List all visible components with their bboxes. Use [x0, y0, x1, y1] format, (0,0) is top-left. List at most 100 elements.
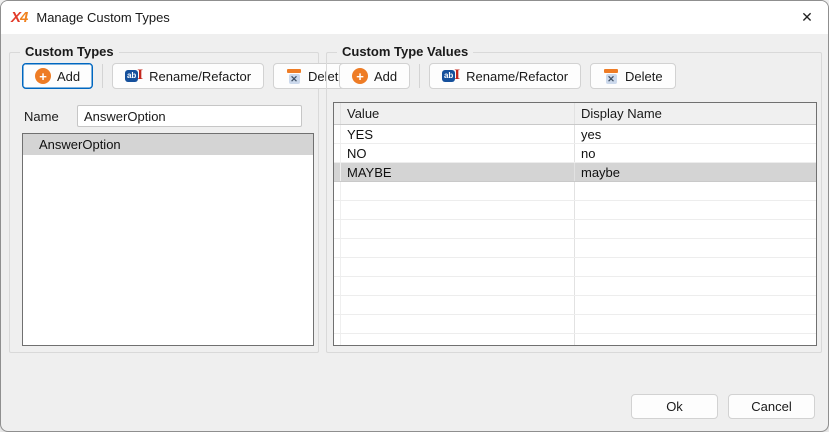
row-header-strip: [334, 201, 341, 219]
cell-value[interactable]: [341, 182, 574, 200]
table-row[interactable]: MAYBEmaybe: [334, 163, 816, 182]
toolbar-separator: [102, 64, 103, 88]
delete-icon-x: ✕: [289, 74, 300, 84]
rename-button-label: Rename/Refactor: [466, 69, 568, 84]
ok-button[interactable]: Ok: [631, 394, 718, 419]
cell-display-name[interactable]: [574, 239, 816, 257]
table-row-empty[interactable]: [334, 334, 816, 345]
cell-value[interactable]: [341, 258, 574, 276]
custom-types-toolbar: + Add ab I Rename/Refactor ✕ Delete: [22, 63, 359, 89]
logo-x: X: [11, 9, 20, 26]
cell-value[interactable]: [341, 315, 574, 333]
cell-display-name[interactable]: [574, 220, 816, 238]
table-row-empty[interactable]: [334, 220, 816, 239]
cell-value[interactable]: [341, 334, 574, 345]
name-row: Name: [24, 105, 302, 127]
custom-types-group-title: Custom Types: [20, 44, 119, 59]
table-row-empty[interactable]: [334, 258, 816, 277]
cell-value[interactable]: [341, 220, 574, 238]
custom-type-values-group-title: Custom Type Values: [337, 44, 473, 59]
cell-value[interactable]: [341, 277, 574, 295]
cell-value[interactable]: [341, 239, 574, 257]
row-header-strip: [334, 220, 341, 238]
name-input[interactable]: [77, 105, 302, 127]
custom-types-add-button[interactable]: + Add: [22, 63, 93, 89]
delete-icon: ✕: [603, 68, 619, 84]
column-header-display-name[interactable]: Display Name: [574, 103, 816, 124]
cell-display-name[interactable]: [574, 334, 816, 345]
values-table-header: Value Display Name: [334, 103, 816, 125]
rename-icon: ab I: [442, 68, 460, 84]
row-header-strip: [334, 315, 341, 333]
row-header-strip: [334, 144, 341, 162]
cell-value[interactable]: NO: [341, 144, 574, 162]
toolbar-separator: [419, 64, 420, 88]
table-row-empty[interactable]: [334, 201, 816, 220]
app-logo-icon: X 4: [11, 9, 27, 26]
cell-display-name[interactable]: yes: [574, 125, 816, 143]
table-row-empty[interactable]: [334, 296, 816, 315]
delete-icon-x: ✕: [606, 74, 617, 84]
cell-display-name[interactable]: [574, 182, 816, 200]
custom-types-rename-button[interactable]: ab I Rename/Refactor: [112, 63, 264, 89]
manage-custom-types-dialog: X 4 Manage Custom Types ✕ Custom Types +…: [0, 0, 829, 432]
rename-icon-ab: ab: [442, 70, 455, 82]
cell-display-name[interactable]: [574, 315, 816, 333]
delete-icon-bar: [287, 69, 301, 73]
row-header-strip: [334, 296, 341, 314]
add-button-label: Add: [57, 69, 80, 84]
cell-display-name[interactable]: [574, 277, 816, 295]
row-header-strip: [334, 258, 341, 276]
rename-icon-cursor: I: [137, 67, 143, 84]
row-header-strip: [334, 277, 341, 295]
cell-display-name[interactable]: [574, 258, 816, 276]
cell-display-name[interactable]: no: [574, 144, 816, 162]
table-row-empty[interactable]: [334, 182, 816, 201]
rename-button-label: Rename/Refactor: [149, 69, 251, 84]
window-title: Manage Custom Types: [36, 10, 169, 25]
row-header-strip: [334, 239, 341, 257]
column-header-value[interactable]: Value: [341, 103, 574, 124]
row-header-strip: [334, 334, 341, 345]
row-header-strip: [334, 182, 341, 200]
cell-value[interactable]: [341, 201, 574, 219]
table-row-empty[interactable]: [334, 239, 816, 258]
delete-button-label: Delete: [625, 69, 663, 84]
cell-value[interactable]: [341, 296, 574, 314]
logo-4: 4: [20, 9, 27, 26]
cancel-button[interactable]: Cancel: [728, 394, 815, 419]
table-row-empty[interactable]: [334, 315, 816, 334]
name-label: Name: [24, 109, 77, 124]
cell-value[interactable]: YES: [341, 125, 574, 143]
row-header-strip: [334, 125, 341, 143]
add-icon: +: [35, 68, 51, 84]
custom-types-group: Custom Types + Add ab I Rename/Refactor …: [9, 52, 319, 353]
title-bar: X 4 Manage Custom Types ✕: [1, 1, 828, 34]
table-row[interactable]: NOno: [334, 144, 816, 163]
values-table-body[interactable]: YESyesNOnoMAYBEmaybe: [334, 125, 816, 345]
rename-icon-cursor: I: [454, 67, 460, 84]
values-table: Value Display Name YESyesNOnoMAYBEmaybe: [333, 102, 817, 346]
delete-icon-bar: [604, 69, 618, 73]
add-button-label: Add: [374, 69, 397, 84]
list-item[interactable]: AnswerOption: [23, 134, 313, 155]
table-row[interactable]: YESyes: [334, 125, 816, 144]
custom-types-list[interactable]: AnswerOption: [22, 133, 314, 346]
values-rename-button[interactable]: ab I Rename/Refactor: [429, 63, 581, 89]
add-icon: +: [352, 68, 368, 84]
rename-icon: ab I: [125, 68, 143, 84]
values-add-button[interactable]: + Add: [339, 63, 410, 89]
cell-value[interactable]: MAYBE: [341, 163, 574, 181]
custom-type-values-group: Custom Type Values + Add ab I Rename/Ref…: [326, 52, 822, 353]
custom-type-values-toolbar: + Add ab I Rename/Refactor ✕ Delete: [339, 63, 676, 89]
row-header-strip: [334, 103, 341, 124]
values-delete-button[interactable]: ✕ Delete: [590, 63, 676, 89]
delete-icon: ✕: [286, 68, 302, 84]
close-icon[interactable]: ✕: [786, 1, 828, 34]
cell-display-name[interactable]: maybe: [574, 163, 816, 181]
table-row-empty[interactable]: [334, 277, 816, 296]
rename-icon-ab: ab: [125, 70, 138, 82]
cell-display-name[interactable]: [574, 296, 816, 314]
row-header-strip: [334, 163, 341, 181]
cell-display-name[interactable]: [574, 201, 816, 219]
